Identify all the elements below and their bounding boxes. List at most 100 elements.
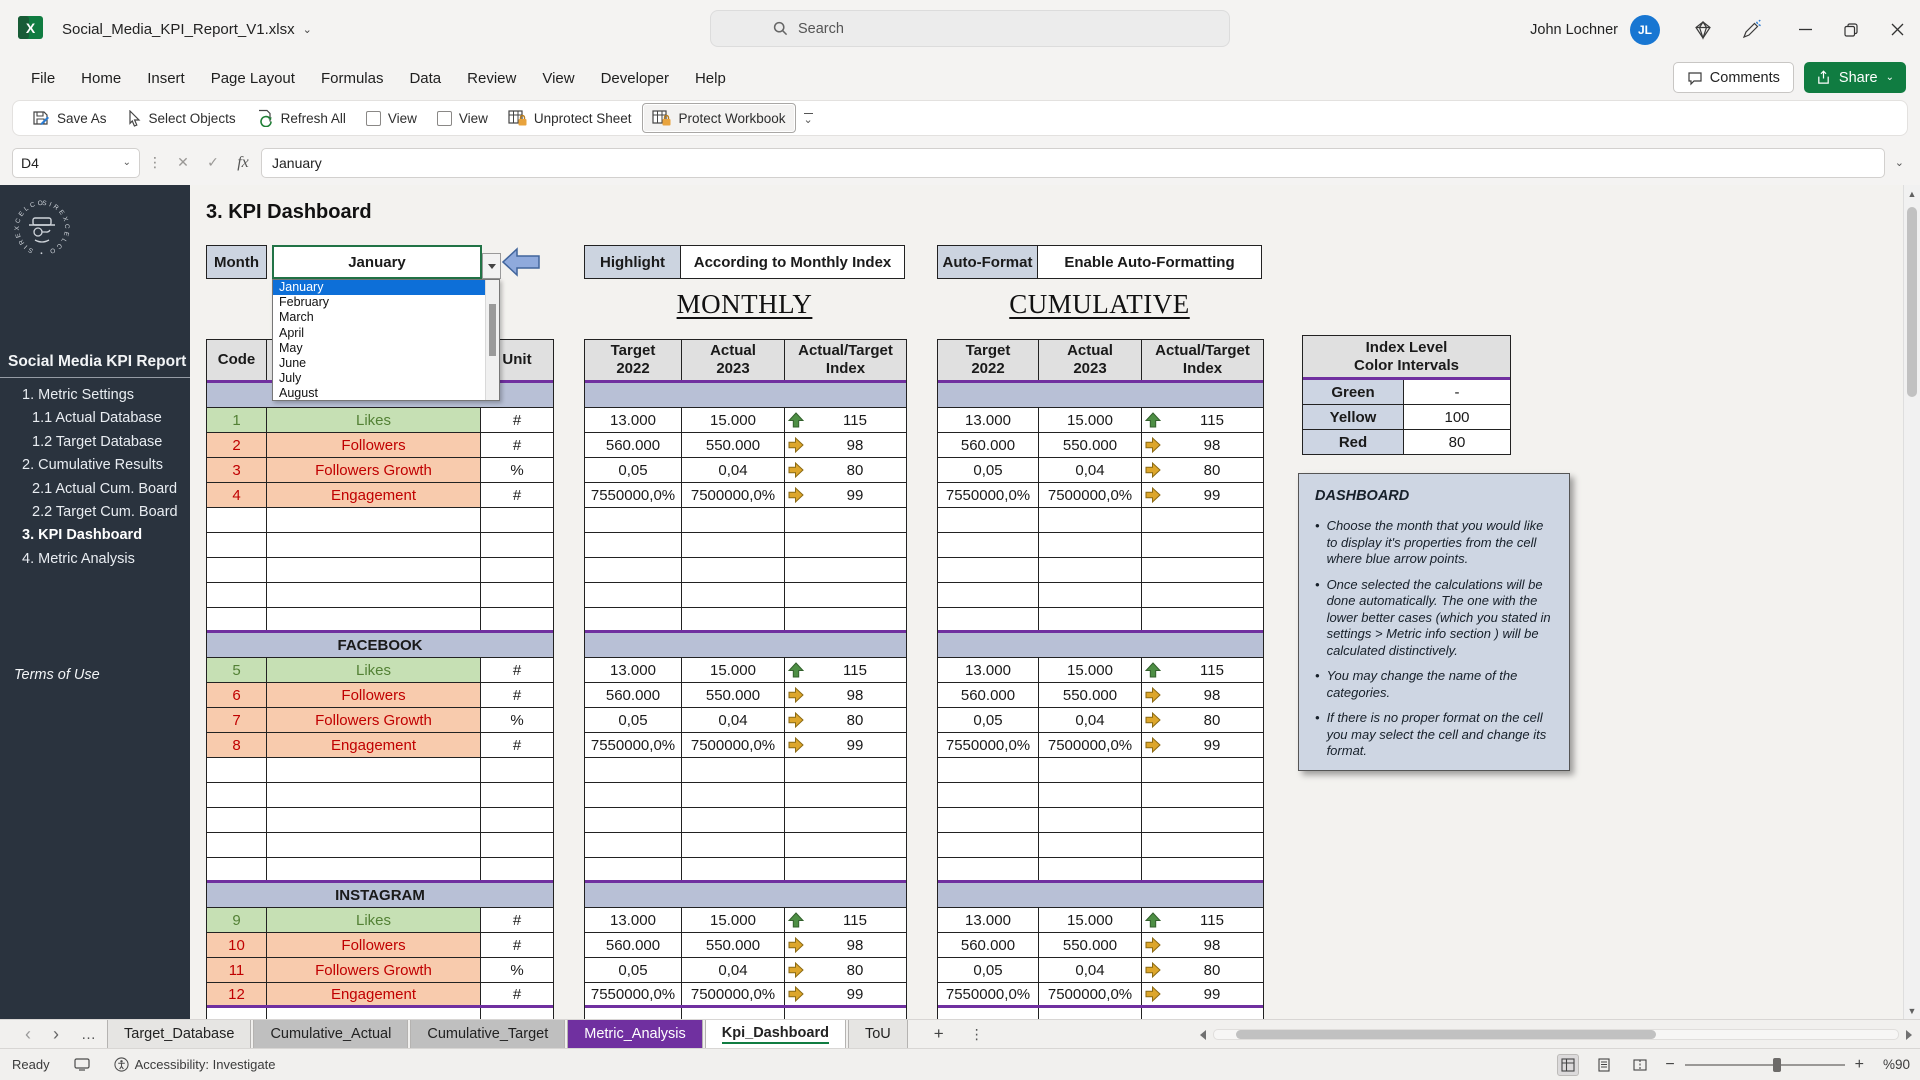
monthly-target-cell[interactable]: 7550000,0%	[585, 483, 682, 507]
cumulative-actual-cell[interactable]: 15.000	[1039, 408, 1142, 432]
section-band-row[interactable]	[585, 883, 906, 908]
monthly-index-cell[interactable]: 115	[785, 908, 906, 932]
empty-cell[interactable]	[267, 508, 481, 532]
code-cell[interactable]: 8	[207, 733, 267, 757]
empty-cell[interactable]	[1039, 1008, 1142, 1019]
index-level-value-cell[interactable]: 80	[1404, 430, 1510, 454]
cumulative-index-cell[interactable]: 99	[1142, 983, 1263, 1005]
tab-cumulative_actual[interactable]: Cumulative_Actual	[253, 1020, 409, 1048]
cumulative-target-cell[interactable]: 7550000,0%	[938, 983, 1039, 1005]
monthly-target-cell[interactable]: 0,05	[585, 708, 682, 732]
empty-cell[interactable]	[481, 1008, 553, 1019]
month-option[interactable]: February	[273, 295, 499, 310]
empty-cell[interactable]	[267, 608, 481, 630]
cancel-entry-icon[interactable]: ✕	[171, 154, 195, 171]
empty-cell[interactable]	[481, 858, 553, 880]
tab-more-icon[interactable]: …	[70, 1026, 107, 1043]
index-level-header-cell[interactable]: Index Level Color Intervals	[1303, 336, 1510, 377]
monthly-index-cell[interactable]: 98	[785, 433, 906, 457]
empty-cell[interactable]	[267, 1008, 481, 1019]
cumulative-target-cell[interactable]: 13.000	[938, 408, 1039, 432]
minimize-button[interactable]	[1782, 0, 1828, 59]
unit-cell[interactable]: %	[481, 708, 553, 732]
empty-cell[interactable]	[938, 808, 1039, 832]
monthly-actual-header-cell[interactable]: Actual 2023	[682, 340, 785, 380]
empty-cell[interactable]	[267, 783, 481, 807]
empty-cell[interactable]	[267, 808, 481, 832]
empty-cell[interactable]	[1039, 583, 1142, 607]
empty-cell[interactable]	[1142, 608, 1263, 630]
code-cell[interactable]: 4	[207, 483, 267, 507]
cumulative-actual-cell[interactable]: 550.000	[1039, 933, 1142, 957]
empty-cell[interactable]	[682, 558, 785, 582]
cumulative-target-cell[interactable]: 7550000,0%	[938, 733, 1039, 757]
empty-cell[interactable]	[585, 1008, 682, 1019]
metric-cell[interactable]: Likes	[267, 658, 481, 682]
metric-cell[interactable]: Engagement	[267, 983, 481, 1005]
new-sheet-button[interactable]: +	[910, 1024, 960, 1044]
menu-developer[interactable]: Developer	[588, 59, 682, 98]
month-option[interactable]: May	[273, 341, 499, 356]
highlight-value-cell[interactable]: According to Monthly Index	[680, 245, 905, 279]
empty-cell[interactable]	[682, 808, 785, 832]
code-cell[interactable]: 10	[207, 933, 267, 957]
empty-cell[interactable]	[1039, 533, 1142, 557]
month-option[interactable]: July	[273, 371, 499, 386]
feedback-pen-icon[interactable]	[1734, 13, 1768, 47]
cumulative-target-cell[interactable]: 560.000	[938, 933, 1039, 957]
empty-cell[interactable]	[267, 558, 481, 582]
empty-cell[interactable]	[207, 508, 267, 532]
cumulative-target-cell[interactable]: 0,05	[938, 958, 1039, 982]
empty-cell[interactable]	[938, 608, 1039, 630]
empty-cell[interactable]	[207, 608, 267, 630]
view-checkbox-1[interactable]: View	[357, 103, 426, 133]
index-level-label-cell[interactable]: Red	[1303, 430, 1404, 454]
sidebar-item[interactable]: 2. Cumulative Results	[0, 454, 190, 477]
cumulative-actual-cell[interactable]: 7500000,0%	[1039, 983, 1142, 1005]
cumulative-index-cell[interactable]: 115	[1142, 658, 1263, 682]
empty-cell[interactable]	[207, 583, 267, 607]
tab-scroll-right-icon[interactable]: ›	[42, 1024, 70, 1045]
empty-cell[interactable]	[938, 558, 1039, 582]
empty-cell[interactable]	[481, 808, 553, 832]
metric-cell[interactable]: Likes	[267, 408, 481, 432]
monthly-actual-cell[interactable]: 7500000,0%	[682, 483, 785, 507]
unit-cell[interactable]: #	[481, 483, 553, 507]
empty-cell[interactable]	[938, 758, 1039, 782]
scroll-down-icon[interactable]: ▼	[1904, 1002, 1920, 1019]
empty-cell[interactable]	[785, 533, 906, 557]
section-band-row[interactable]	[938, 383, 1263, 408]
empty-cell[interactable]	[785, 833, 906, 857]
empty-cell[interactable]	[785, 558, 906, 582]
menu-page-layout[interactable]: Page Layout	[198, 59, 308, 98]
empty-cell[interactable]	[585, 533, 682, 557]
drag-handle-icon[interactable]: ⋮	[146, 154, 165, 171]
accessibility-status[interactable]: Accessibility: Investigate	[102, 1049, 288, 1080]
monthly-index-cell[interactable]: 80	[785, 458, 906, 482]
view-checkbox-2[interactable]: View	[428, 103, 497, 133]
sidebar-item[interactable]: 3. KPI Dashboard	[0, 524, 190, 547]
autoformat-label-cell[interactable]: Auto-Format	[937, 245, 1038, 279]
zoom-in-button[interactable]: +	[1855, 1056, 1864, 1074]
name-box[interactable]: D4 ⌄	[12, 147, 140, 178]
restore-button[interactable]	[1828, 0, 1874, 59]
empty-cell[interactable]	[267, 533, 481, 557]
empty-cell[interactable]	[682, 583, 785, 607]
empty-cell[interactable]	[682, 608, 785, 630]
unit-cell[interactable]: #	[481, 683, 553, 707]
zoom-percentage[interactable]: %90	[1874, 1057, 1910, 1072]
empty-cell[interactable]	[207, 858, 267, 880]
cumulative-actual-header-cell[interactable]: Actual 2023	[1039, 340, 1142, 380]
monthly-actual-cell[interactable]: 7500000,0%	[682, 983, 785, 1005]
cumulative-target-cell[interactable]: 560.000	[938, 683, 1039, 707]
monthly-target-cell[interactable]: 13.000	[585, 658, 682, 682]
search-input[interactable]: Search	[710, 10, 1230, 47]
sidebar-item[interactable]: 4. Metric Analysis	[0, 548, 190, 571]
cumulative-target-cell[interactable]: 7550000,0%	[938, 483, 1039, 507]
cumulative-actual-cell[interactable]: 7500000,0%	[1039, 733, 1142, 757]
vertical-scroll-thumb[interactable]	[1907, 207, 1917, 397]
empty-cell[interactable]	[785, 508, 906, 532]
empty-cell[interactable]	[682, 1008, 785, 1019]
cumulative-target-cell[interactable]: 13.000	[938, 908, 1039, 932]
tab-tou[interactable]: ToU	[847, 1020, 908, 1048]
